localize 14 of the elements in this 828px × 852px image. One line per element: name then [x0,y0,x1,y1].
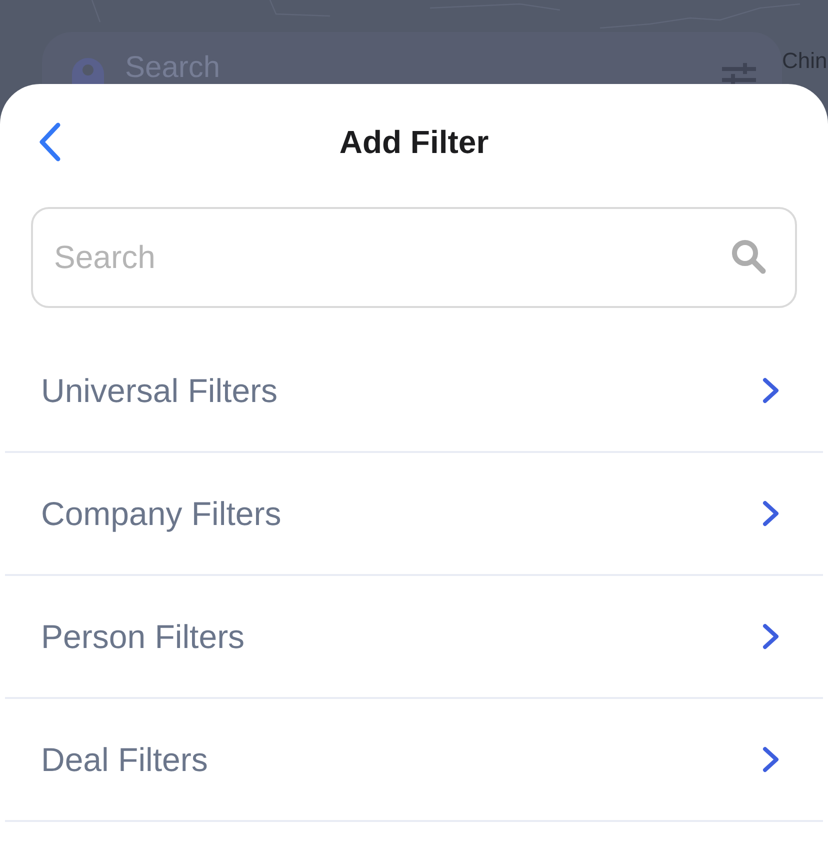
search-field[interactable]: Search [31,207,797,308]
sheet-title: Add Filter [339,124,489,160]
sliders-icon[interactable] [722,63,756,84]
search-icon [731,239,767,275]
filter-category-item[interactable]: Person Filters [5,576,823,699]
chevron-right-icon [762,746,780,773]
filter-category-item[interactable]: Company Filters [5,453,823,576]
chevron-right-icon [762,500,780,527]
chevron-right-icon [762,623,780,650]
chevron-right-icon [762,377,780,404]
filter-category-item[interactable]: Universal Filters [5,330,823,453]
avatar-icon [72,58,104,84]
filter-category-item[interactable]: Deal Filters [5,699,823,822]
back-chevron-icon [38,122,62,162]
